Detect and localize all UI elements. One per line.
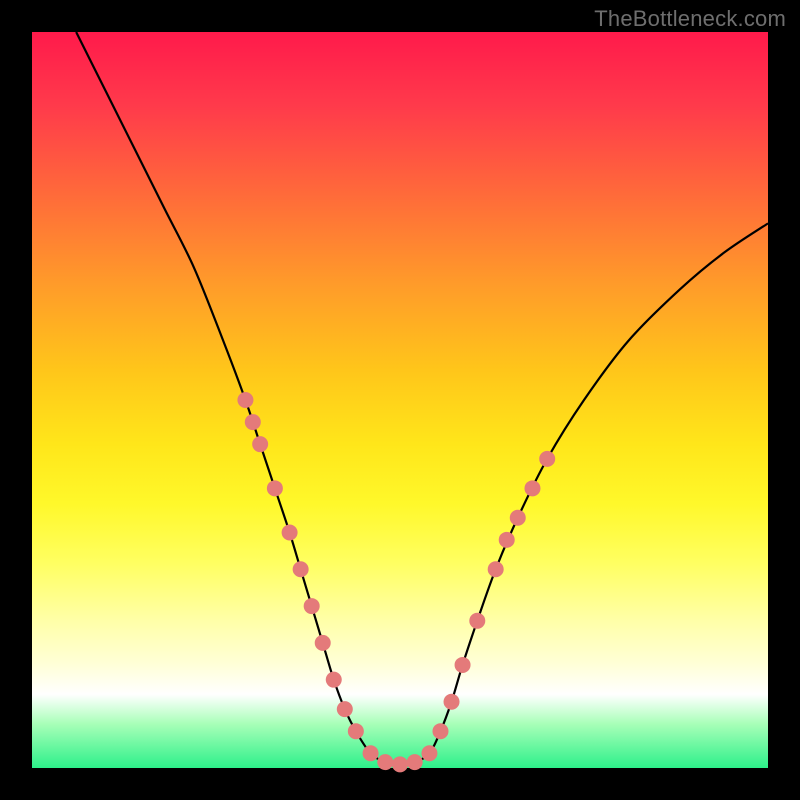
data-marker [326, 672, 342, 688]
data-marker [245, 414, 261, 430]
data-marker [421, 745, 437, 761]
data-marker [432, 723, 448, 739]
data-marker [252, 436, 268, 452]
data-marker [315, 635, 331, 651]
data-marker [455, 657, 471, 673]
data-marker [499, 532, 515, 548]
data-marker [377, 754, 393, 770]
curve-svg [32, 32, 768, 768]
data-marker [304, 598, 320, 614]
data-marker [392, 756, 408, 772]
data-marker [407, 754, 423, 770]
data-markers [237, 392, 555, 772]
bottleneck-curve [76, 32, 768, 764]
data-marker [524, 480, 540, 496]
data-marker [337, 701, 353, 717]
data-marker [444, 694, 460, 710]
data-marker [539, 451, 555, 467]
data-marker [488, 561, 504, 577]
data-marker [267, 480, 283, 496]
watermark-label: TheBottleneck.com [594, 6, 786, 32]
chart-canvas: TheBottleneck.com [0, 0, 800, 800]
data-marker [282, 524, 298, 540]
data-marker [363, 745, 379, 761]
data-marker [348, 723, 364, 739]
data-marker [469, 613, 485, 629]
plot-area [32, 32, 768, 768]
data-marker [510, 510, 526, 526]
data-marker [237, 392, 253, 408]
data-marker [293, 561, 309, 577]
